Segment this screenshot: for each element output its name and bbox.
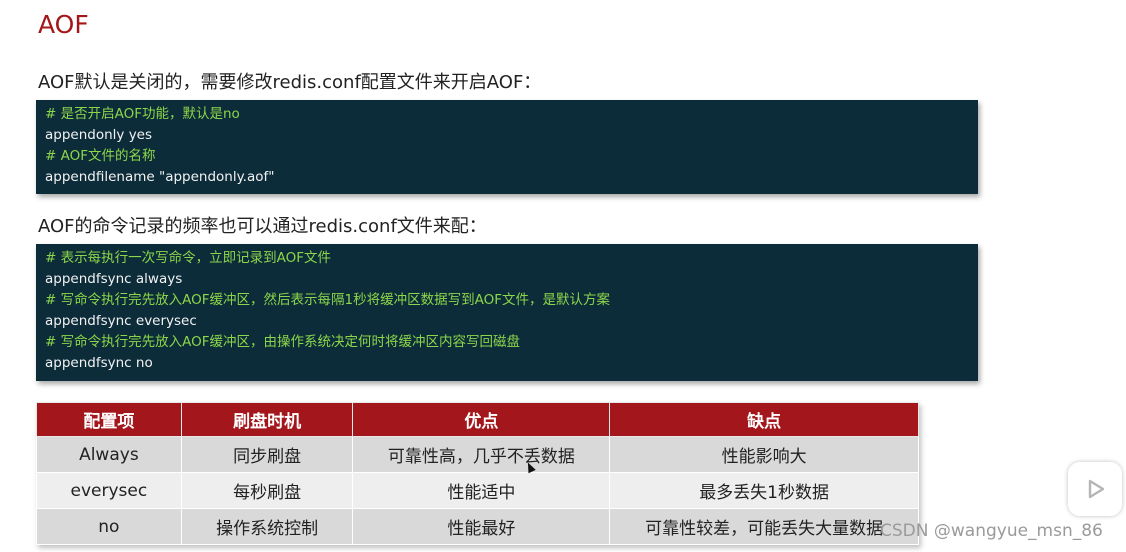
table-cell: 同步刷盘 <box>180 436 354 473</box>
table-cell: 每秒刷盘 <box>180 472 354 509</box>
code-line: # 写命令执行完先放入AOF缓冲区，由操作系统决定何时将缓冲区内容写回磁盘 <box>45 334 520 350</box>
play-icon <box>1088 479 1105 499</box>
column-header: 配置项 <box>36 402 182 437</box>
column-header: 优点 <box>352 402 611 437</box>
table-cell: 操作系统控制 <box>180 508 354 545</box>
play-button[interactable] <box>1068 462 1122 516</box>
table-cell: Always <box>36 436 182 473</box>
table-cell: 可靠性高，几乎不丢数据 <box>352 436 611 473</box>
code-line: appendonly yes <box>45 127 153 143</box>
table-row: everysec 每秒刷盘 性能适中 最多丢失1秒数据 <box>36 472 919 509</box>
table-cell: everysec <box>36 472 182 509</box>
column-header: 刷盘时机 <box>180 402 354 437</box>
fsync-comparison-table: 配置项 刷盘时机 优点 缺点 Always 同步刷盘 可靠性高，几乎不丢数据 性… <box>36 402 919 545</box>
table-row: no 操作系统控制 性能最好 可靠性较差，可能丢失大量数据 <box>36 508 919 545</box>
code-line: appendfsync always <box>45 271 183 287</box>
page-title: AOF <box>38 10 89 39</box>
code-line: # AOF文件的名称 <box>45 148 156 164</box>
table-cell: 性能适中 <box>352 472 611 509</box>
frequency-text: AOF的命令记录的频率也可以通过redis.conf文件来配： <box>38 216 487 237</box>
code-line: appendfsync everysec <box>45 313 197 329</box>
code-block-config: # 是否开启AOF功能，默认是no appendonly yes # AOF文件… <box>36 100 978 194</box>
table-header-row: 配置项 刷盘时机 优点 缺点 <box>36 402 919 437</box>
column-header: 缺点 <box>609 402 919 437</box>
watermark: CSDN @wangyue_msn_86 <box>880 521 1103 541</box>
table-cell: 可靠性较差，可能丢失大量数据 <box>609 508 919 545</box>
code-line: # 表示每执行一次写命令，立即记录到AOF文件 <box>45 250 331 266</box>
code-line: appendfilename "appendonly.aof" <box>45 169 275 185</box>
table-cell: 最多丢失1秒数据 <box>609 472 919 509</box>
code-line: appendfsync no <box>45 355 153 371</box>
intro-text: AOF默认是关闭的，需要修改redis.conf配置文件来开启AOF： <box>38 72 542 93</box>
table-cell: no <box>36 508 182 545</box>
code-line: # 写命令执行完先放入AOF缓冲区，然后表示每隔1秒将缓冲区数据写到AOF文件，… <box>45 292 610 308</box>
table-row: Always 同步刷盘 可靠性高，几乎不丢数据 性能影响大 <box>36 436 919 473</box>
code-line: # 是否开启AOF功能，默认是no <box>45 106 240 122</box>
table-cell: 性能影响大 <box>609 436 919 473</box>
table-cell: 性能最好 <box>352 508 611 545</box>
code-block-fsync: # 表示每执行一次写命令，立即记录到AOF文件 appendfsync alwa… <box>36 244 978 381</box>
